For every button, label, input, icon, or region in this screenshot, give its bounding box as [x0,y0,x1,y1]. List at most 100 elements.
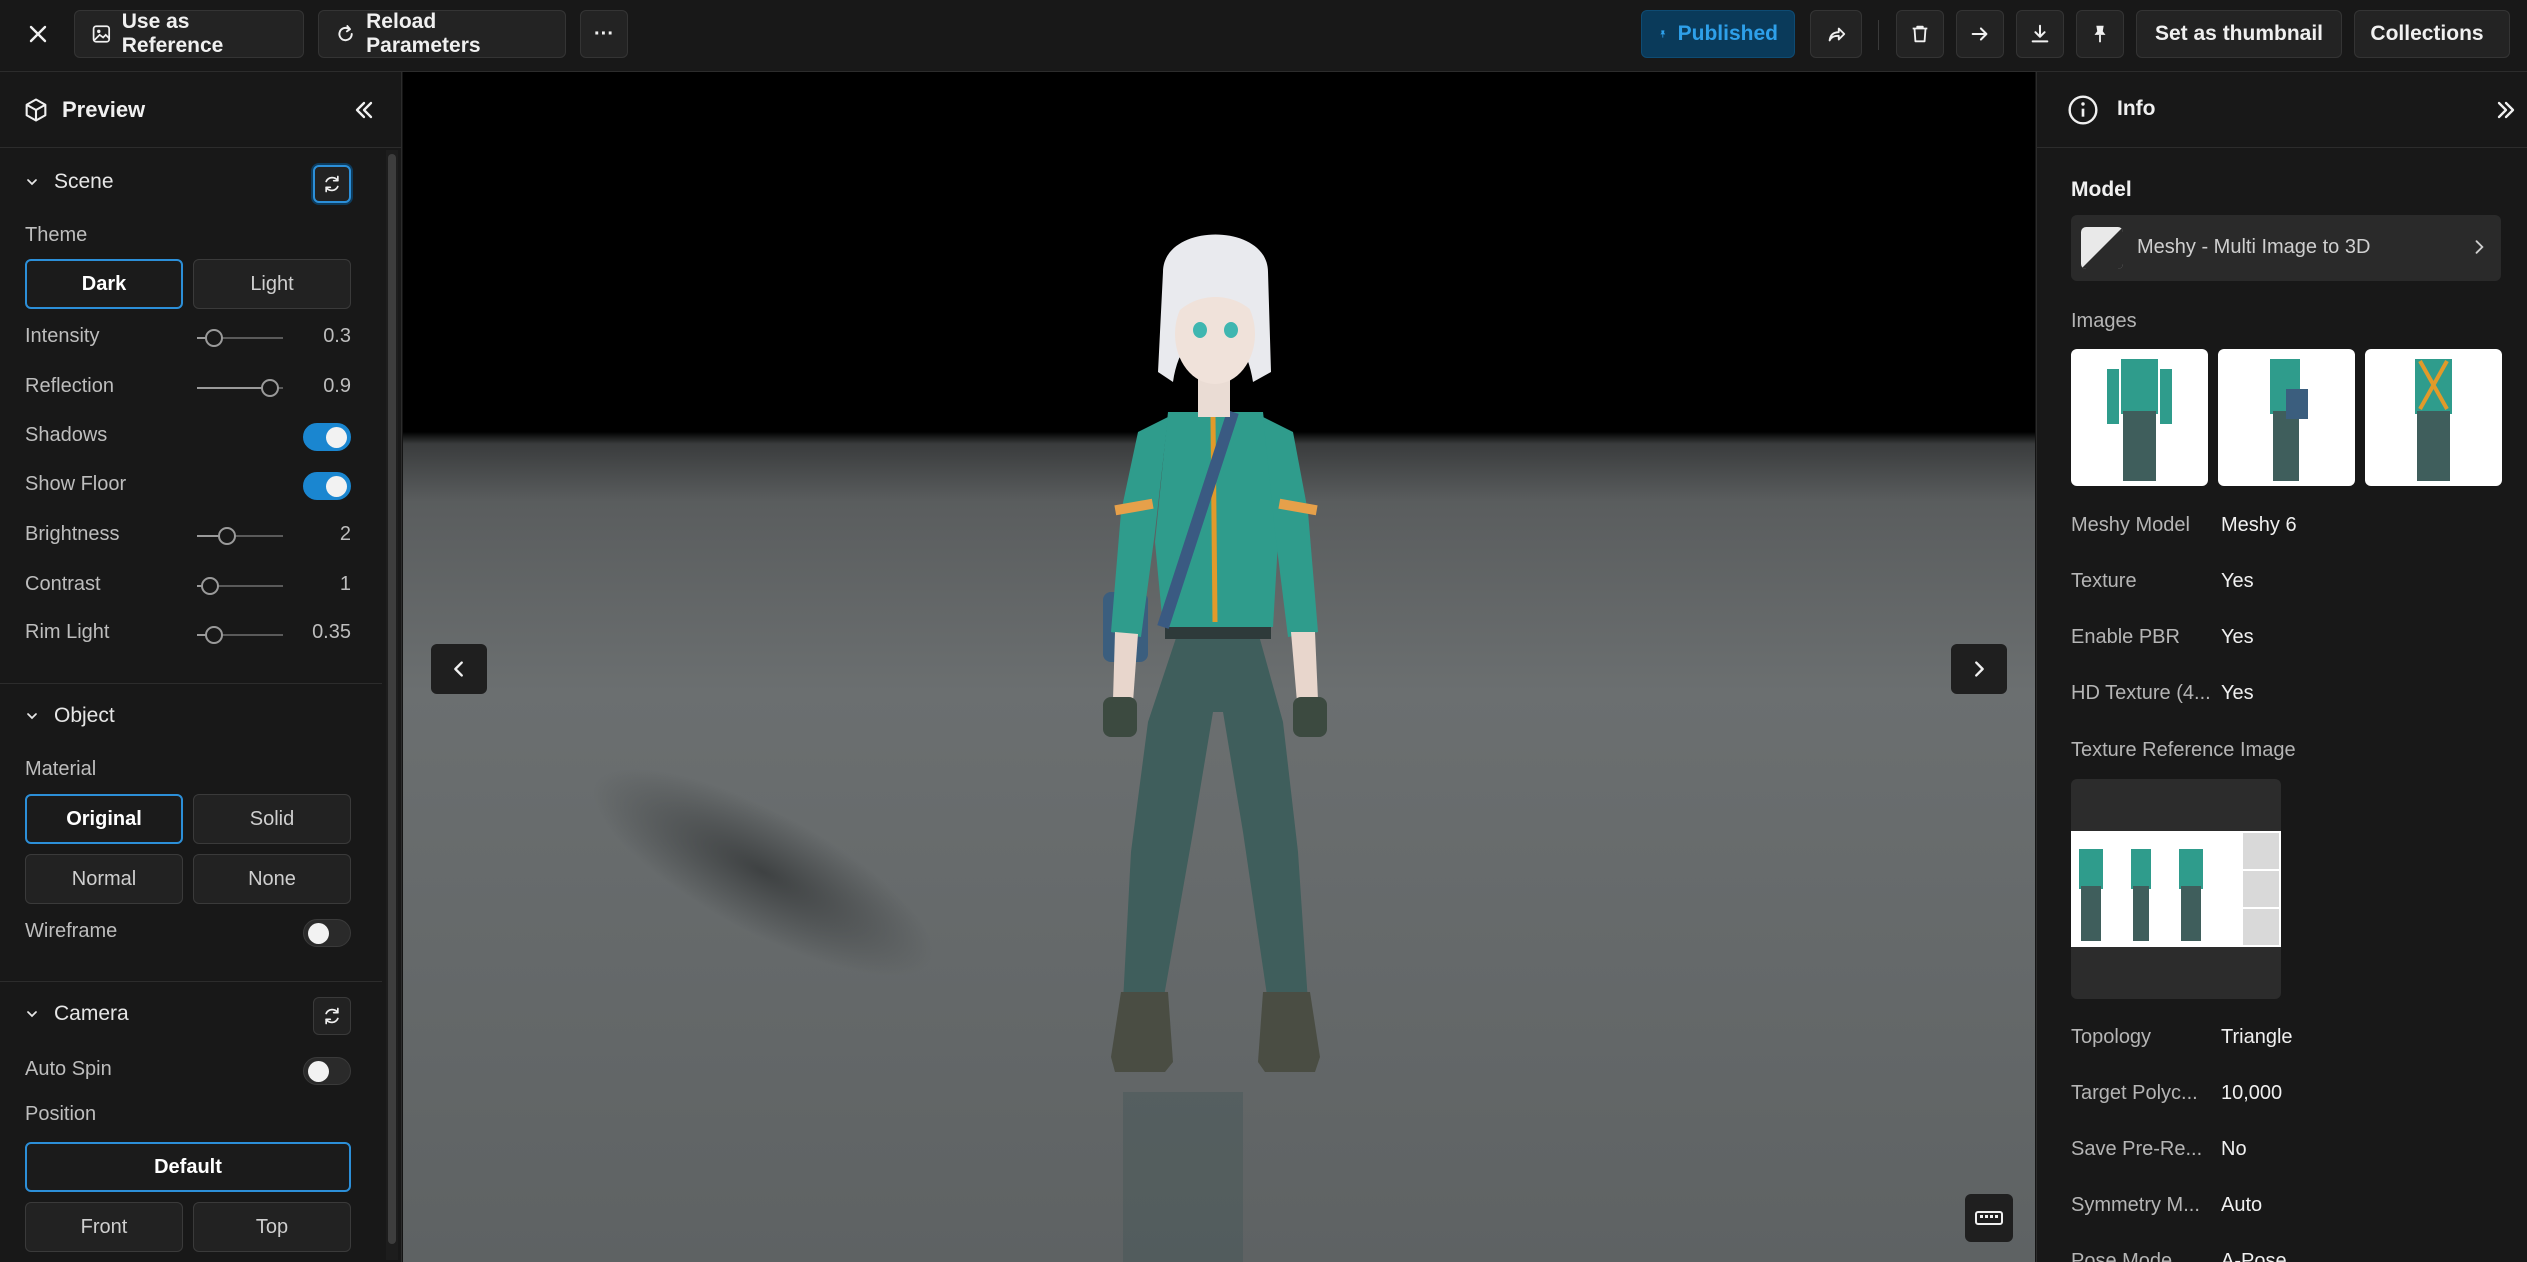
collections-dropdown[interactable]: Collections [2354,10,2510,58]
slider-knob[interactable] [205,329,224,347]
published-button[interactable]: Published [1641,10,1795,58]
auto-spin-label: Auto Spin [25,1058,112,1080]
slider-knob[interactable] [218,527,237,545]
auto-spin-toggle[interactable] [303,1057,351,1085]
camera-section-toggle[interactable]: Camera [24,1002,129,1026]
more-options-button[interactable]: ··· [580,10,628,58]
character-back-thumbnail [2415,359,2452,481]
reflection-slider[interactable] [197,379,283,397]
field-label: Topology [2071,1026,2152,1048]
reset-camera-button[interactable] [313,997,351,1035]
material-original-label: Original [66,807,142,830]
pin-button[interactable] [2076,10,2124,58]
use-as-reference-label: Use as Reference [121,10,224,57]
intensity-label: Intensity [25,325,100,347]
reset-scene-button[interactable] [313,165,351,203]
shadows-label: Shadows [25,424,108,446]
texture-reference-sheet [2071,831,2281,947]
material-label: Material [25,758,97,780]
reflection-value: 0.9 [323,375,351,397]
collapse-panel-icon[interactable] [350,96,378,124]
reload-parameters-button[interactable]: Reload Parameters [318,10,566,58]
toolbar-divider [1878,20,1879,50]
wireframe-toggle[interactable] [303,919,351,947]
field-value: Triangle [2221,1026,2293,1048]
brightness-slider[interactable] [197,527,283,545]
model-logo-icon [2081,227,2123,269]
close-icon [29,25,47,43]
character-side-thumbnail [2270,359,2308,481]
set-as-thumbnail-button[interactable]: Set as thumbnail [2136,10,2342,58]
character-front-thumbnail [2107,359,2172,481]
field-value: Meshy 6 [2221,514,2297,536]
texture-reference-image[interactable] [2071,779,2281,999]
position-default-button[interactable]: Default [25,1142,351,1192]
material-none-button[interactable]: None [193,854,351,904]
object-section-toggle[interactable]: Object [24,704,115,728]
theme-light-button[interactable]: Light [193,259,351,309]
field-label: Pose Mode [2071,1250,2173,1262]
chevron-down-icon [27,179,37,186]
rim-light-value: 0.35 [312,621,351,643]
field-label: Save Pre-Re... [2071,1138,2203,1160]
brightness-value: 2 [339,523,351,545]
slider-knob[interactable] [200,577,219,595]
set-as-thumbnail-label: Set as thumbnail [2154,22,2324,45]
slider-knob[interactable] [205,626,224,644]
scene-section-toggle[interactable]: Scene [24,170,114,194]
delete-button[interactable] [1896,10,1944,58]
model-viewport[interactable] [403,72,2035,1262]
move-button[interactable] [1956,10,2004,58]
toggle-knob [326,476,347,497]
cube-icon [25,98,47,122]
pin-icon [1660,30,1666,38]
show-floor-toggle[interactable] [303,472,351,500]
rim-light-slider[interactable] [197,626,283,644]
field-value: Yes [2221,682,2254,704]
theme-dark-button[interactable]: Dark [25,259,183,309]
shadows-toggle[interactable] [303,423,351,451]
chevron-down-icon [27,713,37,720]
position-front-button[interactable]: Front [25,1202,183,1252]
contrast-label: Contrast [25,573,101,595]
intensity-slider[interactable] [197,329,283,347]
position-front-label: Front [80,1215,128,1238]
expand-panel-icon[interactable] [2492,96,2520,124]
field-value: A-Pose [2221,1250,2287,1262]
position-top-button[interactable]: Top [193,1202,351,1252]
share-button[interactable] [1810,10,1862,58]
close-button[interactable] [14,10,62,58]
section-divider [0,683,382,684]
field-label: Target Polyc... [2071,1082,2198,1104]
input-image-side[interactable] [2218,349,2355,486]
theme-dark-label: Dark [81,272,127,295]
texture-reference-label: Texture Reference Image [2071,739,2296,761]
model-card[interactable]: Meshy - Multi Image to 3D [2071,215,2501,281]
next-button[interactable] [1951,644,2007,694]
material-original-button[interactable]: Original [25,794,183,844]
reload-icon [338,25,353,42]
preview-panel-header: Preview [0,72,401,148]
download-button[interactable] [2016,10,2064,58]
chevron-down-icon [27,1011,37,1018]
use-as-reference-button[interactable]: Use as Reference [74,10,304,58]
pin-icon [2094,25,2106,43]
character-model [592,234,1327,1262]
toggle-knob [326,427,347,448]
field-label: Texture [2071,570,2137,592]
info-panel-header: Info [2037,72,2527,148]
scrollbar-thumb[interactable] [388,154,396,1244]
preview-panel: Preview Scene Theme Dark Light Intensity… [0,72,402,1262]
input-image-back[interactable] [2365,349,2502,486]
slider-fill [197,387,271,389]
contrast-slider[interactable] [197,577,283,595]
material-normal-button[interactable]: Normal [25,854,183,904]
material-solid-button[interactable]: Solid [193,794,351,844]
keyboard-shortcuts-button[interactable] [1965,1194,2013,1242]
previous-button[interactable] [431,644,487,694]
input-image-front[interactable] [2071,349,2208,486]
published-label: Published [1677,22,1778,45]
slider-knob[interactable] [261,379,280,397]
brightness-label: Brightness [25,523,120,545]
field-label: Enable PBR [2071,626,2180,648]
